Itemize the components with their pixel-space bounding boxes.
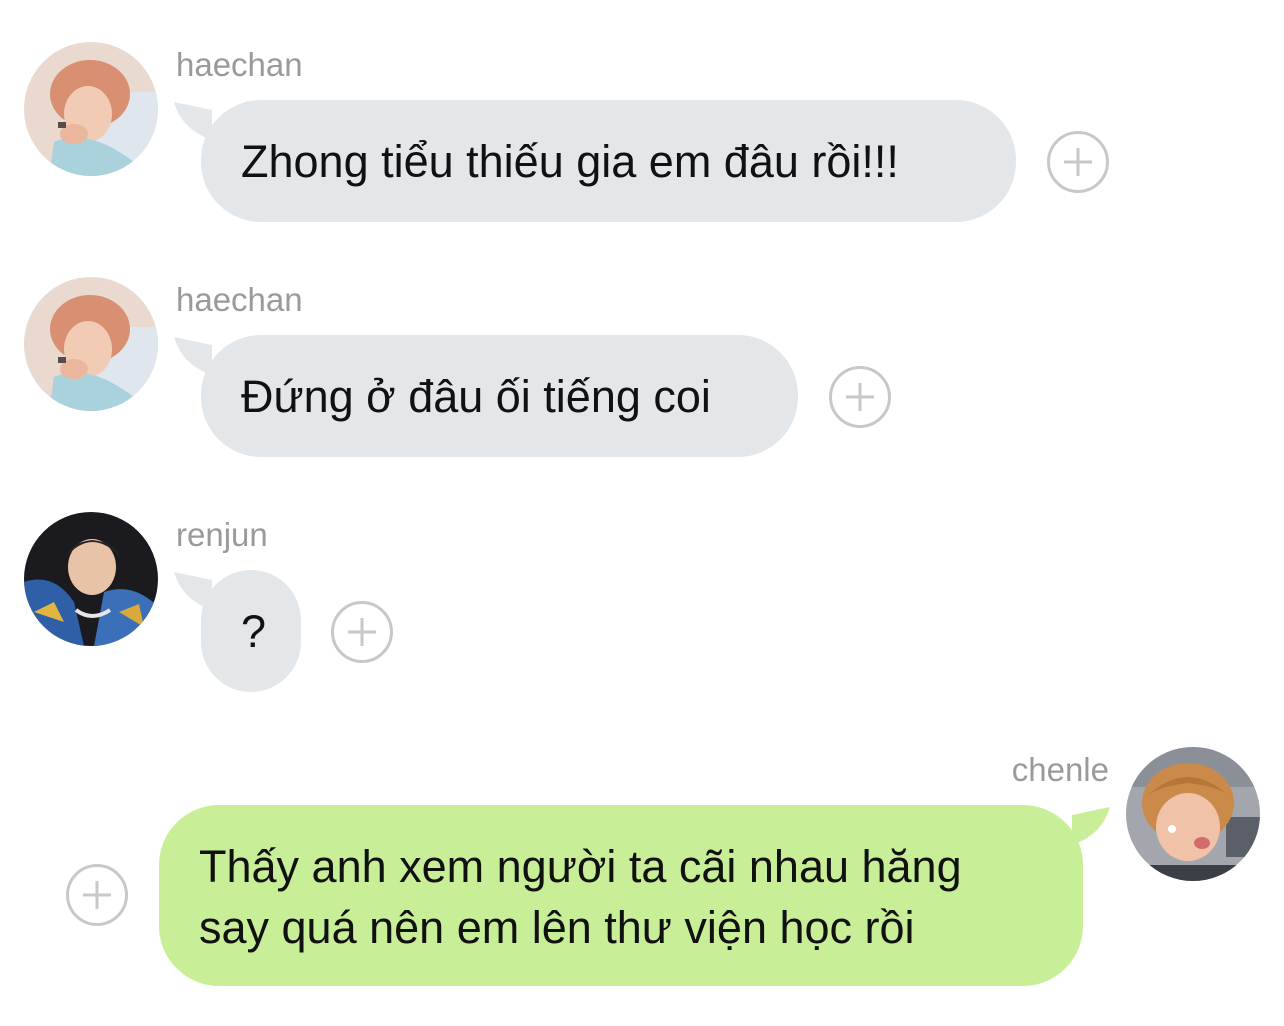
message-text-line-1: Thấy anh xem người ta cãi nhau hăng <box>199 841 962 892</box>
plus-circle-icon[interactable] <box>1047 131 1109 193</box>
message-bubble[interactable]: ? <box>201 570 301 692</box>
message-text: Zhong tiểu thiếu gia em đâu rồi!!! <box>241 136 899 187</box>
sender-name: haechan <box>176 46 303 83</box>
avatar-haechan[interactable] <box>24 277 158 411</box>
message-bubble[interactable]: Thấy anh xem người ta cãi nhau hăng say … <box>159 805 1083 986</box>
message-text-line-2: say quá nên em lên thư viện học rồi <box>199 902 915 953</box>
message-bubble[interactable]: Zhong tiểu thiếu gia em đâu rồi!!! <box>201 100 1016 222</box>
avatar-renjun[interactable] <box>24 512 158 646</box>
plus-circle-icon[interactable] <box>829 366 891 428</box>
plus-circle-icon[interactable] <box>66 864 128 926</box>
plus-circle-icon[interactable] <box>331 601 393 663</box>
message-text: Đứng ở đâu ối tiếng coi <box>241 371 711 422</box>
avatar-chenle[interactable] <box>1126 747 1260 881</box>
message-text: ? <box>241 606 267 657</box>
sender-name: haechan <box>176 281 303 318</box>
sender-name: chenle <box>1011 751 1109 788</box>
message-bubble[interactable]: Đứng ở đâu ối tiếng coi <box>201 335 798 457</box>
sender-name: renjun <box>176 516 268 553</box>
avatar-haechan[interactable] <box>24 42 158 176</box>
